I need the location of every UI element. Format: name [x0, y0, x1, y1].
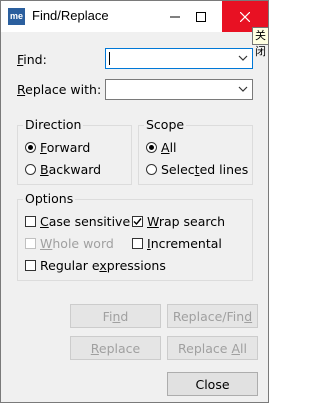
whole-word-label: Whole word [40, 236, 114, 251]
radio-forward-label: Forward [40, 140, 91, 155]
window-title: Find/Replace [32, 8, 109, 23]
replace-all-button[interactable]: Replace All [167, 336, 258, 360]
title-bar[interactable]: me Find/Replace [1, 1, 268, 32]
find-button[interactable]: Find [70, 304, 161, 328]
checkbox-indicator [25, 260, 36, 271]
chevron-down-icon[interactable] [238, 55, 248, 62]
checkbox-wrap-search[interactable]: Wrap search [132, 214, 225, 229]
text-caret [109, 52, 110, 65]
radio-indicator [146, 164, 157, 175]
checkbox-indicator [25, 238, 36, 249]
radio-all[interactable]: All [146, 140, 177, 155]
radio-selected-lines-label: Selected lines [161, 162, 249, 177]
close-button[interactable]: Close [167, 372, 258, 396]
replace-find-button[interactable]: Replace/Find [167, 304, 258, 328]
checkbox-incremental[interactable]: Incremental [132, 236, 222, 251]
direction-title: Direction [23, 117, 84, 132]
incremental-label: Incremental [147, 236, 222, 251]
radio-all-label: All [161, 140, 177, 155]
replace-input[interactable] [105, 79, 253, 100]
radio-forward[interactable]: Forward [25, 140, 90, 155]
checkbox-case-sensitive[interactable]: Case sensitive [25, 214, 130, 229]
checkbox-regular-expressions[interactable]: Regular expressions [25, 258, 166, 273]
chevron-down-icon[interactable] [238, 86, 248, 93]
scope-title: Scope [144, 117, 187, 132]
radio-indicator [146, 142, 157, 153]
regular-expressions-label: Regular expressions [40, 258, 166, 273]
close-icon [240, 11, 250, 22]
radio-indicator [25, 142, 36, 153]
find-label: Find: [17, 52, 47, 67]
checkbox-whole-word[interactable]: Whole word [25, 236, 114, 251]
wrap-search-label: Wrap search [147, 214, 226, 229]
maximize-icon [196, 11, 206, 22]
case-sensitive-label: Case sensitive [40, 214, 131, 229]
options-title: Options [23, 191, 76, 206]
radio-selected-lines[interactable]: Selected lines [146, 162, 248, 177]
checkbox-indicator [132, 216, 143, 227]
radio-backward[interactable]: Backward [25, 162, 101, 177]
replace-button[interactable]: Replace [70, 336, 161, 360]
checkbox-indicator [132, 238, 143, 249]
find-replace-dialog: me Find/Replace 关闭 Find: Replace with: D… [0, 0, 269, 403]
replace-label: Replace with: [17, 82, 102, 97]
close-tooltip: 关闭 [252, 27, 269, 58]
checkbox-indicator [25, 216, 36, 227]
radio-backward-label: Backward [40, 162, 102, 177]
app-logo-icon: me [8, 8, 25, 25]
checkmark-icon [133, 218, 142, 226]
find-input[interactable] [105, 48, 253, 69]
maximize-button[interactable] [178, 1, 224, 32]
radio-indicator [25, 164, 36, 175]
